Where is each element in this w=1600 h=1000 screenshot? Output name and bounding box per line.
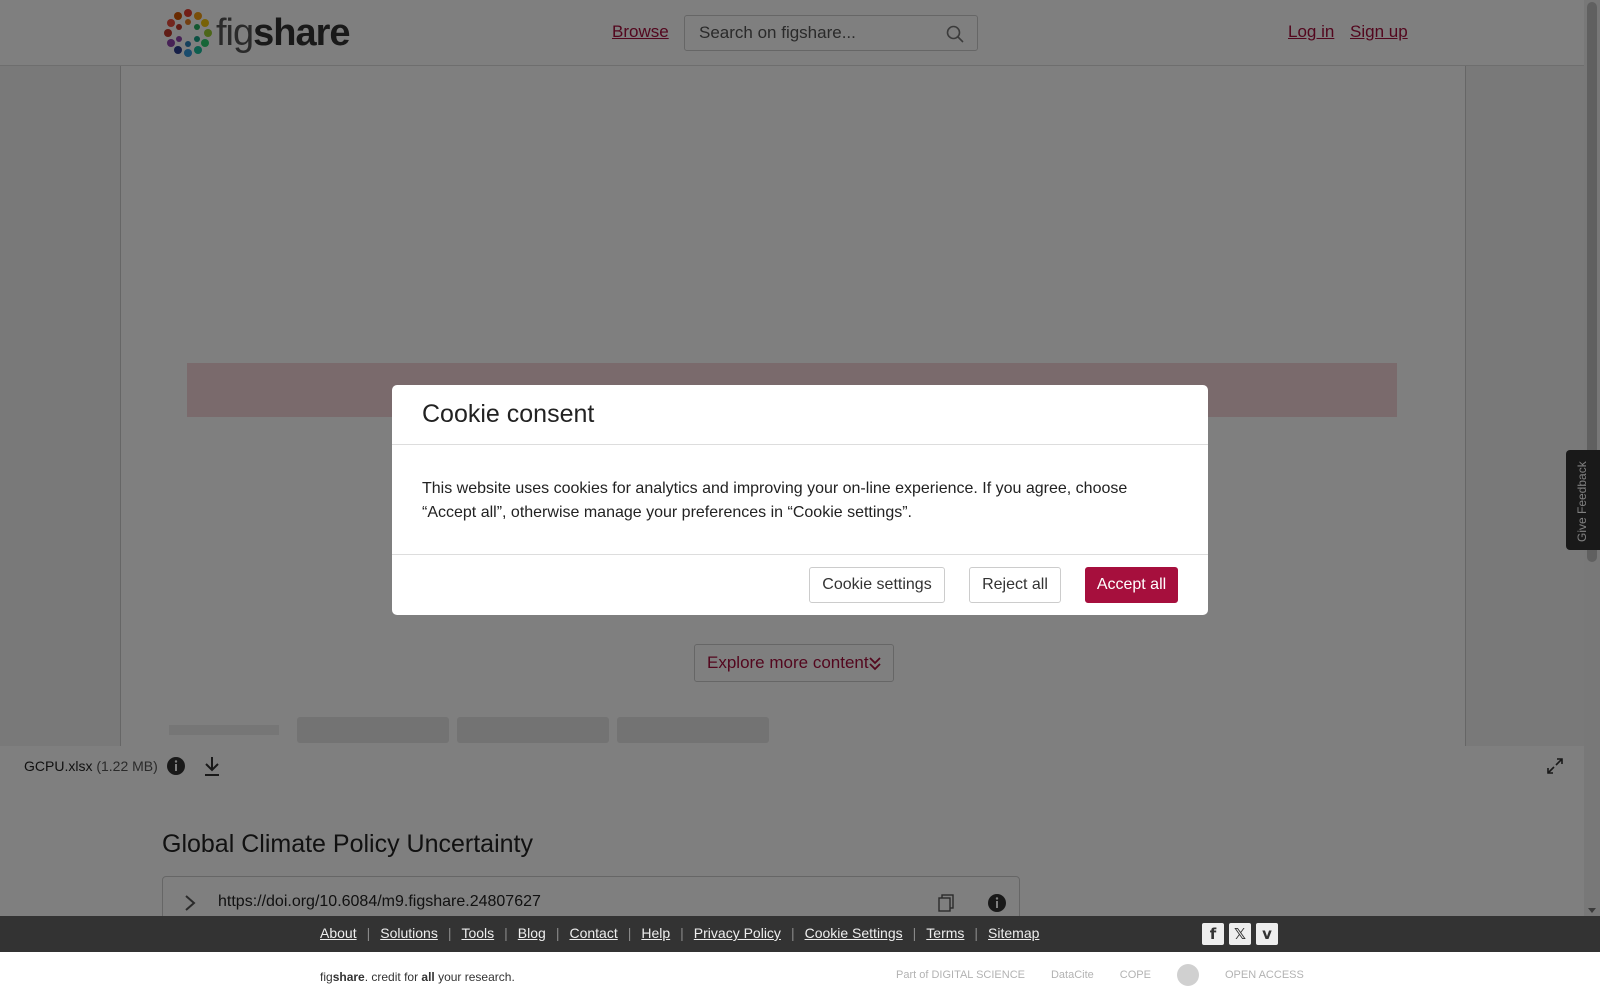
partner-seal-logo[interactable] [1176,964,1199,986]
footer-bottom: figshare. credit for all your research. … [0,952,1600,1000]
footer-link-help[interactable]: Help [641,925,670,941]
x-twitter-icon[interactable]: 𝕏 [1229,923,1251,945]
cope-logo[interactable]: COPE [1120,969,1151,981]
cookie-settings-button[interactable]: Cookie settings [809,567,945,603]
open-access-logo[interactable]: OPEN ACCESS [1225,969,1304,981]
cookie-dialog-footer: Cookie settings Reject all Accept all [392,555,1208,615]
facebook-icon[interactable]: f [1202,923,1224,945]
footer-nav: About | Solutions | Tools | Blog | Contact | … [320,925,1040,941]
footer-link-about[interactable]: About [320,925,357,941]
accept-all-button[interactable]: Accept all [1085,567,1178,603]
vimeo-icon[interactable]: v [1256,923,1278,945]
cookie-dialog-body: This website uses cookies for analytics … [392,445,1208,555]
footer-link-terms[interactable]: Terms [926,925,964,941]
cookie-dialog-header: Cookie consent [392,385,1208,445]
digital-science-logo[interactable]: Part of DIGITAL SCIENCE [896,969,1025,981]
social-links: f 𝕏 v [1202,923,1278,945]
partner-logos: Part of DIGITAL SCIENCE DataCite COPE OP… [896,964,1304,986]
footer-link-blog[interactable]: Blog [518,925,546,941]
footer-links-bar: About | Solutions | Tools | Blog | Contact | … [0,916,1600,952]
footer-tagline: figshare. credit for all your research. [320,970,515,984]
datacite-logo[interactable]: DataCite [1051,969,1094,981]
footer-link-privacy[interactable]: Privacy Policy [694,925,781,941]
footer-link-tools[interactable]: Tools [461,925,494,941]
footer-link-cookie-settings[interactable]: Cookie Settings [805,925,903,941]
reject-all-button[interactable]: Reject all [969,567,1061,603]
footer-link-sitemap[interactable]: Sitemap [988,925,1039,941]
footer-link-solutions[interactable]: Solutions [380,925,438,941]
footer-link-contact[interactable]: Contact [569,925,617,941]
cookie-consent-dialog: Cookie consent This website uses cookies… [392,385,1208,615]
cookie-dialog-title: Cookie consent [422,400,595,428]
